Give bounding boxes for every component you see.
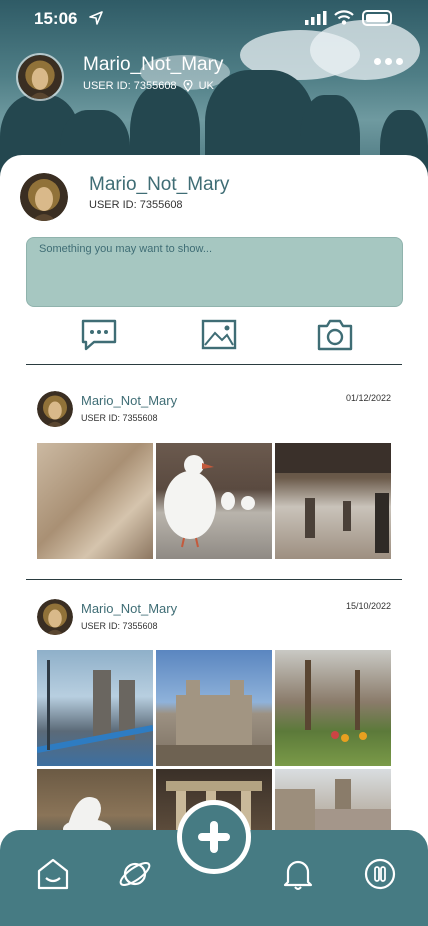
post-username[interactable]: Mario_Not_Mary: [81, 601, 177, 616]
planet-icon[interactable]: [117, 856, 153, 892]
header-location: UK: [198, 80, 214, 92]
toggle-icon[interactable]: [362, 856, 398, 892]
location-arrow-icon: [89, 11, 103, 25]
station-graphic: [275, 443, 391, 553]
camera-icon[interactable]: [316, 318, 354, 352]
tower-of-london-graphic: [156, 680, 272, 766]
composer-placeholder: Something you may want to show...: [39, 243, 213, 255]
post-date: 01/12/2022: [345, 393, 391, 403]
post-photo[interactable]: [275, 443, 391, 559]
post-user-id: USER ID: 7355608: [81, 621, 158, 631]
profile-user-id: USER ID: 7355608: [89, 199, 183, 211]
profile-card: Mario_Not_Mary USER ID: 7355608 Somethin…: [0, 155, 428, 885]
post-avatar[interactable]: [37, 599, 73, 635]
post-photo[interactable]: [37, 443, 153, 559]
post-avatar[interactable]: [37, 391, 73, 427]
tower-bridge-graphic: [37, 660, 153, 753]
post-photo[interactable]: [156, 650, 272, 766]
home-icon[interactable]: [35, 856, 71, 892]
map-pin-icon: [182, 80, 193, 92]
post-photo[interactable]: [156, 443, 272, 559]
more-dots-icon[interactable]: [374, 58, 403, 65]
plus-icon: [198, 821, 230, 853]
wifi-icon: [334, 10, 354, 25]
post-photo[interactable]: [37, 650, 153, 766]
header-user-id: USER ID: 7355608: [83, 80, 177, 92]
divider: [26, 364, 402, 365]
profile-username: Mario_Not_Mary: [89, 174, 230, 195]
battery-icon: [362, 10, 392, 26]
status-time: 15:06: [34, 9, 78, 28]
composer-actions: [0, 318, 428, 354]
image-icon[interactable]: [200, 318, 238, 352]
post-user-id: USER ID: 7355608: [81, 413, 158, 423]
seagull-graphic: [164, 455, 255, 548]
bell-icon[interactable]: [280, 856, 316, 892]
header-avatar[interactable]: [16, 53, 64, 101]
header-username: Mario_Not_Mary: [83, 54, 224, 75]
post-username[interactable]: Mario_Not_Mary: [81, 393, 177, 408]
park-graphic: [305, 660, 367, 742]
post-date: 15/10/2022: [345, 601, 391, 611]
post-photo[interactable]: [275, 650, 391, 766]
cellular-signal-icon: [305, 11, 327, 25]
header-meta: USER ID: 7355608 UK: [83, 80, 214, 92]
post-composer-input[interactable]: Something you may want to show...: [26, 237, 403, 307]
chat-bubble-icon[interactable]: [80, 318, 118, 352]
profile-avatar[interactable]: [20, 173, 68, 221]
add-post-button[interactable]: [177, 800, 251, 874]
status-bar: 15:06: [0, 0, 428, 36]
divider: [26, 579, 402, 580]
